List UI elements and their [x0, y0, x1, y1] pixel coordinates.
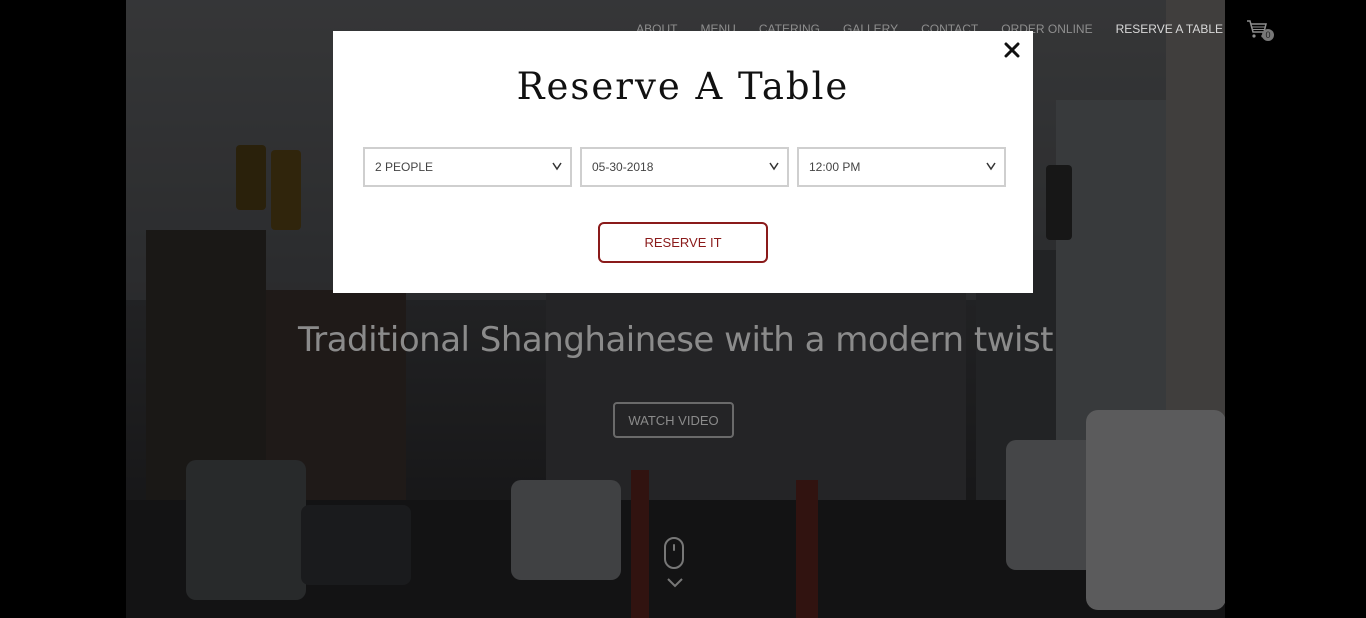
modal-title: Reserve A Table — [516, 65, 850, 108]
hero-tagline: Traditional Shanghainese with a modern t… — [297, 320, 1054, 360]
page: ABOUT MENU CATERING GALLERY CONTACT ORDE… — [0, 0, 1366, 618]
close-button[interactable] — [1001, 39, 1023, 61]
reservation-fields: 2 PEOPLE 05-30-2018 12:00 PM — [363, 147, 1006, 187]
cart-button[interactable]: 0 — [1246, 19, 1274, 41]
close-icon — [1004, 42, 1020, 58]
chevron-down-icon — [552, 162, 562, 171]
nav-reserve-a-table[interactable]: RESERVE A TABLE — [1116, 22, 1223, 36]
party-size-value: 2 PEOPLE — [375, 160, 434, 174]
chevron-down-icon[interactable] — [667, 578, 683, 588]
reserve-it-button[interactable]: RESERVE IT — [598, 222, 768, 263]
chevron-down-icon — [769, 162, 779, 171]
reserve-table-modal: Reserve A Table 2 PEOPLE 05-30-2018 12:0… — [333, 31, 1033, 293]
cart-count-badge: 0 — [1262, 29, 1274, 41]
scroll-mouse-icon[interactable] — [664, 537, 684, 569]
time-select[interactable]: 12:00 PM — [797, 147, 1006, 187]
chevron-down-icon — [986, 162, 996, 171]
date-select[interactable]: 05-30-2018 — [580, 147, 789, 187]
date-value: 05-30-2018 — [592, 160, 654, 174]
time-value: 12:00 PM — [809, 160, 861, 174]
watch-video-button[interactable]: WATCH VIDEO — [613, 402, 734, 438]
party-size-select[interactable]: 2 PEOPLE — [363, 147, 572, 187]
